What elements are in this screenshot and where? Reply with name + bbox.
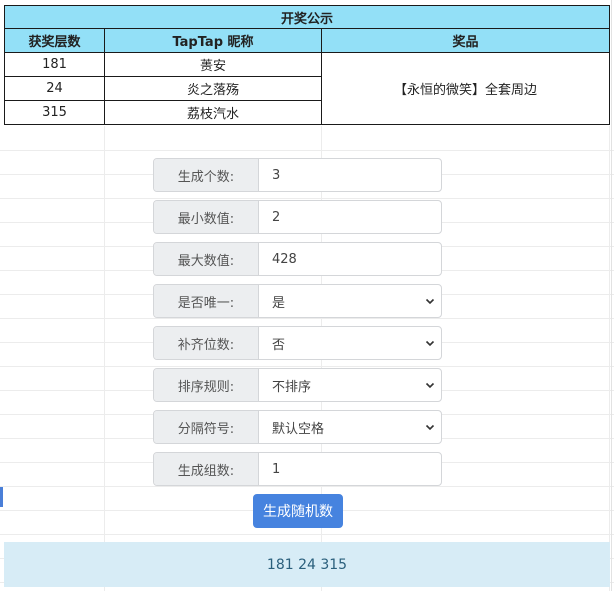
max-row: 最大数值: xyxy=(153,242,442,276)
table-row: 181 蒉安 【永恒的微笑】全套周边 xyxy=(4,52,610,125)
scrollbar-track[interactable] xyxy=(611,0,612,591)
max-input[interactable] xyxy=(272,251,433,267)
table-title: 开奖公示 xyxy=(4,5,610,29)
table-header-row: 获奖层数 TapTap 昵称 奖品 xyxy=(4,28,610,53)
chevron-down-icon xyxy=(425,340,435,347)
min-row: 最小数值: xyxy=(153,200,442,234)
cell-prize: 【永恒的微笑】全套周边 xyxy=(321,52,610,125)
result-output: 181 24 315 xyxy=(4,542,610,587)
cell-nickname: 蒉安 xyxy=(104,52,322,77)
col-header-nickname: TapTap 昵称 xyxy=(104,28,322,53)
pad-select-value: 否 xyxy=(272,337,286,353)
sort-row: 排序规则: 不排序 xyxy=(153,368,442,402)
cell-nickname: 炎之落殇 xyxy=(104,76,322,101)
chevron-down-icon xyxy=(425,382,435,389)
generate-button[interactable]: 生成随机数 xyxy=(253,494,343,528)
pad-row: 补齐位数: 否 xyxy=(153,326,442,360)
cell-floor: 24 xyxy=(4,76,105,101)
unique-row: 是否唯一: 是 xyxy=(153,284,442,318)
col-header-prize: 奖品 xyxy=(321,28,610,53)
unique-select-value: 是 xyxy=(272,295,286,311)
separator-row: 分隔符号: 默认空格 xyxy=(153,410,442,444)
count-row: 生成个数: xyxy=(153,158,442,192)
groups-row: 生成组数: xyxy=(153,452,442,486)
row-selection-marker xyxy=(0,487,3,507)
separator-label: 分隔符号: xyxy=(154,411,259,443)
cell-nickname: 荔枝汽水 xyxy=(104,100,322,125)
separator-select-value: 默认空格 xyxy=(272,421,325,437)
random-number-form: 生成个数: 最小数值: 最大数值: 是否唯一: 是 补齐位数: 否 排序规 xyxy=(153,158,442,494)
min-label: 最小数值: xyxy=(154,201,259,233)
winners-table: 开奖公示 获奖层数 TapTap 昵称 奖品 181 蒉安 【永恒的微笑】全套周… xyxy=(4,5,610,125)
sort-label: 排序规则: xyxy=(154,369,259,401)
result-text: 181 24 315 xyxy=(266,556,348,573)
groups-input[interactable] xyxy=(272,461,433,477)
count-input[interactable] xyxy=(272,167,433,183)
chevron-down-icon xyxy=(425,298,435,305)
groups-label: 生成组数: xyxy=(154,453,259,485)
chevron-down-icon xyxy=(425,424,435,431)
table-title-row: 开奖公示 xyxy=(4,5,610,29)
pad-select[interactable]: 否 xyxy=(259,327,441,359)
col-header-floor: 获奖层数 xyxy=(4,28,105,53)
max-label: 最大数值: xyxy=(154,243,259,275)
page: 开奖公示 获奖层数 TapTap 昵称 奖品 181 蒉安 【永恒的微笑】全套周… xyxy=(0,0,614,591)
unique-select[interactable]: 是 xyxy=(259,285,441,317)
separator-select[interactable]: 默认空格 xyxy=(259,411,441,443)
unique-label: 是否唯一: xyxy=(154,285,259,317)
pad-label: 补齐位数: xyxy=(154,327,259,359)
sort-select[interactable]: 不排序 xyxy=(259,369,441,401)
cell-floor: 181 xyxy=(4,52,105,77)
min-input[interactable] xyxy=(272,209,433,225)
sort-select-value: 不排序 xyxy=(272,379,312,395)
count-label: 生成个数: xyxy=(154,159,259,191)
cell-floor: 315 xyxy=(4,100,105,125)
